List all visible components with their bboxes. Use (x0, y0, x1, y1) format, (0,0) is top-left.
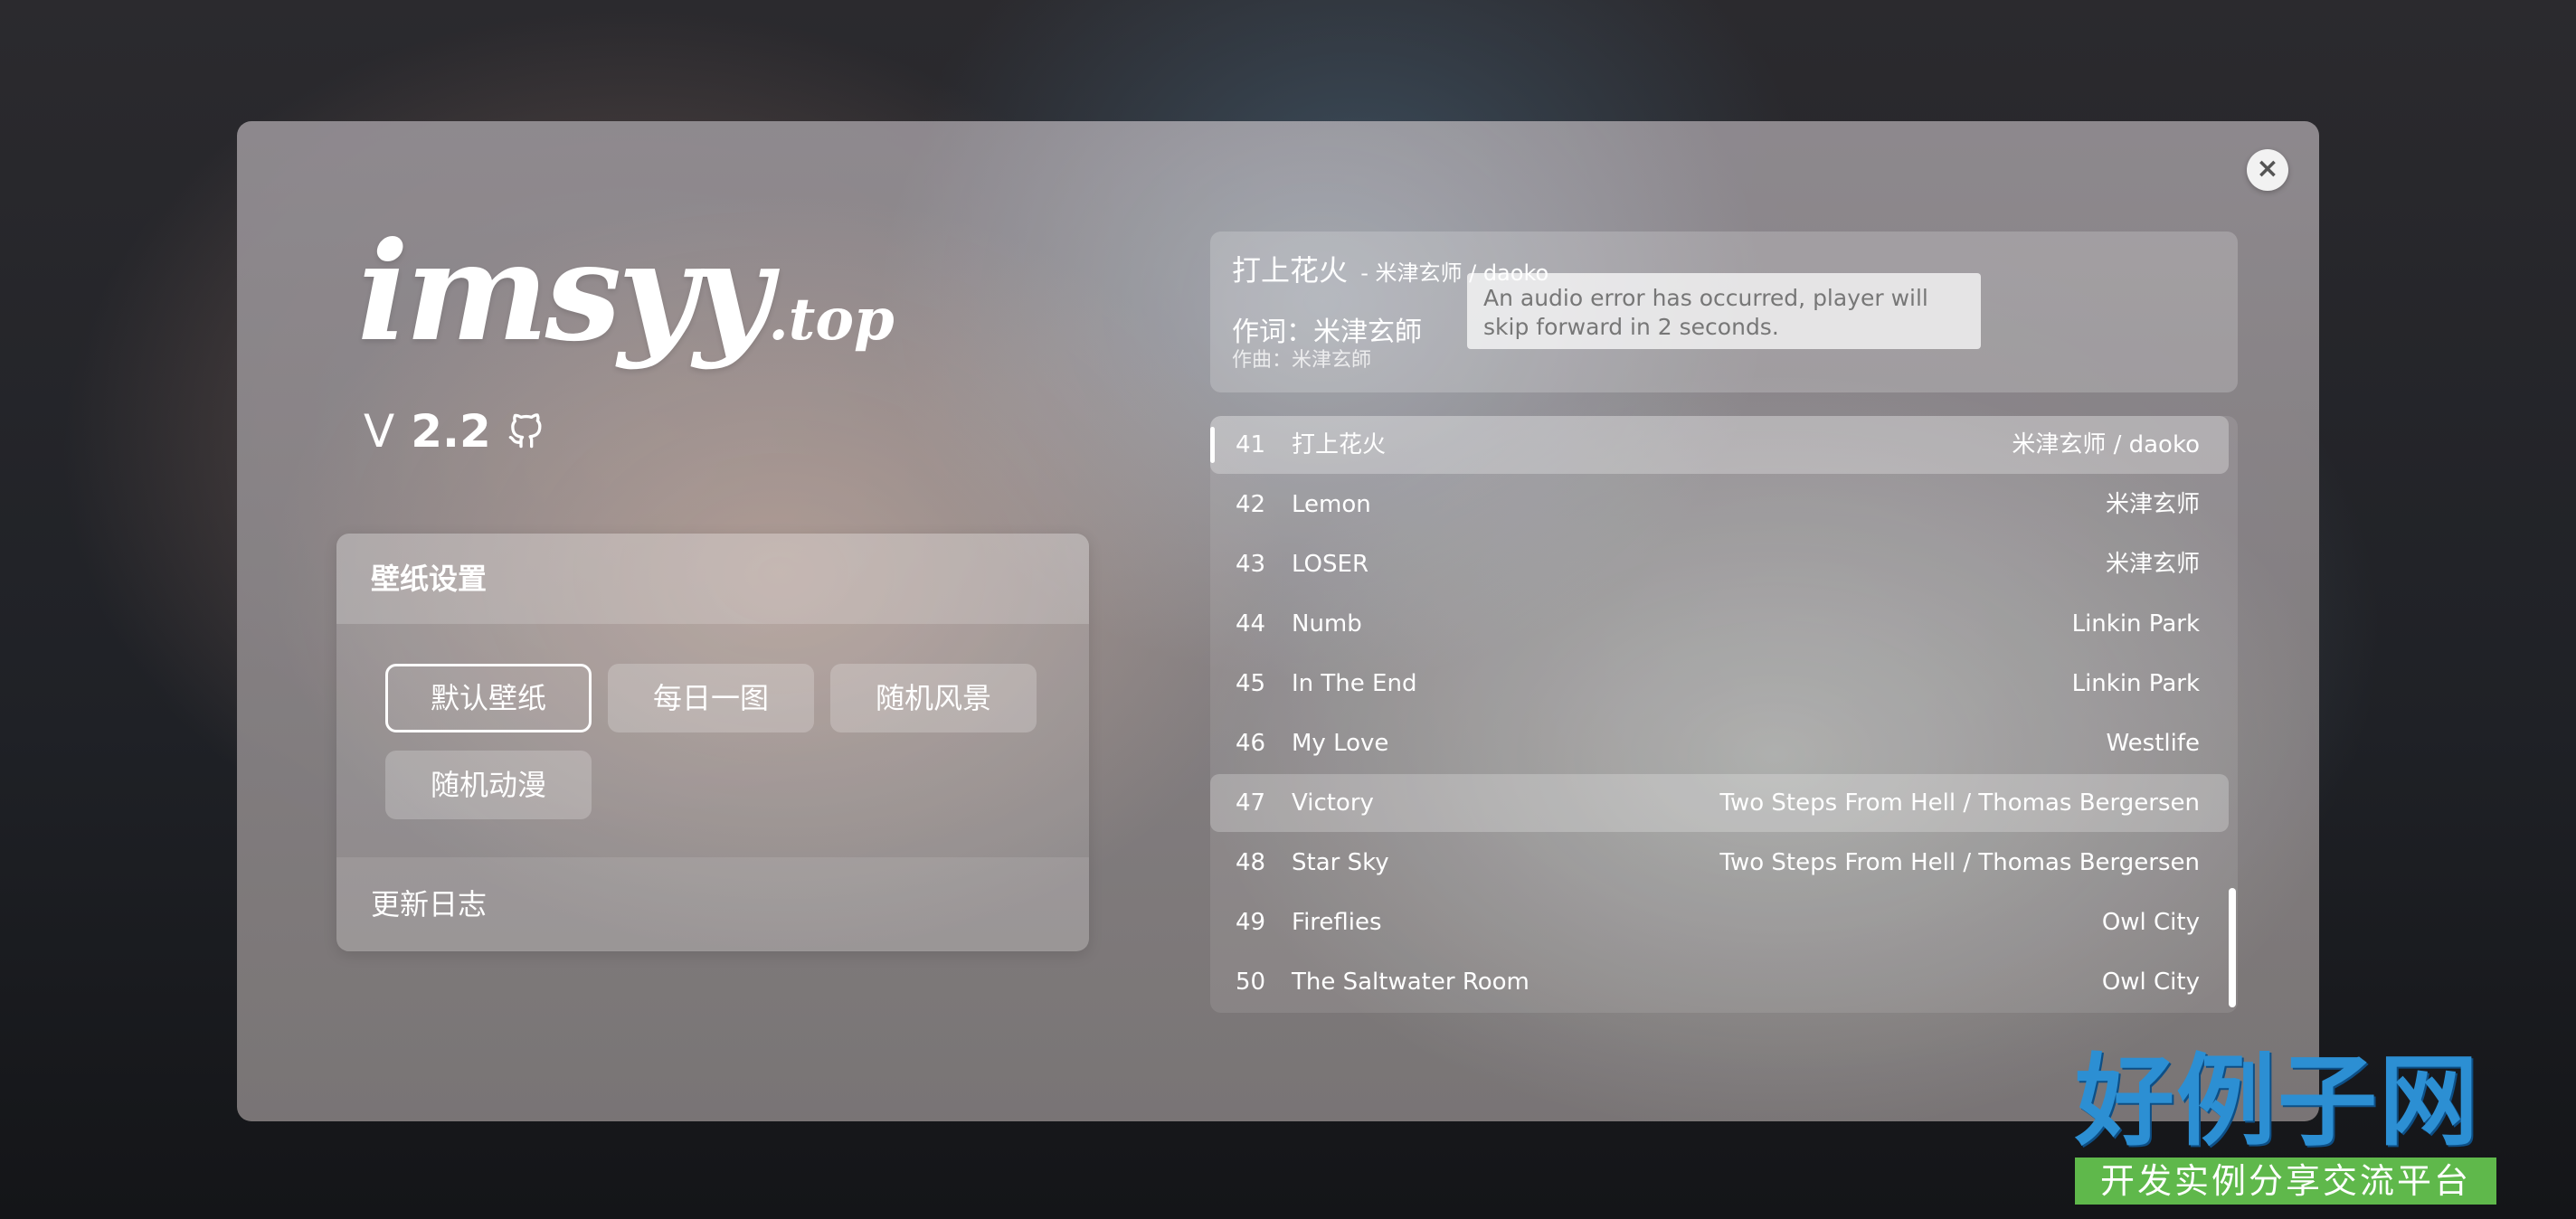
track-title: LOSER (1292, 551, 1369, 578)
track-title: 打上花火 (1292, 431, 1387, 458)
track-artist: Owl City (2101, 909, 2200, 936)
track-number: 42 (1236, 491, 1266, 518)
playlist-row[interactable]: 44 Numb Linkin Park (1210, 595, 2229, 653)
wallpaper-option-daily[interactable]: 每日一图 (608, 664, 814, 732)
wallpaper-option-default[interactable]: 默认壁纸 (385, 664, 592, 732)
logo-main: imsyy (357, 213, 772, 372)
track-title: My Love (1292, 730, 1389, 757)
track-number: 45 (1236, 670, 1266, 697)
watermark-title: 好例子网 (2075, 1043, 2480, 1159)
logo-tld: .top (768, 286, 895, 354)
playlist-row[interactable]: 49 Fireflies Owl City (1210, 893, 2229, 951)
playlist: 41 打上花火 米津玄师 / daoko 42 Lemon 米津玄师 43 LO… (1210, 416, 2238, 1013)
track-number: 46 (1236, 730, 1266, 757)
close-button[interactable]: × (2247, 149, 2288, 191)
track-number: 41 (1236, 431, 1266, 458)
wallpaper-settings-panel: 壁纸设置 默认壁纸 每日一图 随机风景 随机动漫 更新日志 (336, 534, 1089, 951)
track-artist: 米津玄师 / daoko (2012, 431, 2200, 458)
track-title: Star Sky (1292, 849, 1389, 876)
track-artist: Two Steps From Hell / Thomas Bergersen (1719, 789, 2200, 817)
playlist-scrollbar[interactable] (2229, 888, 2236, 1007)
close-icon: × (2256, 153, 2279, 184)
playlist-row[interactable]: 50 The Saltwater Room Owl City (1210, 953, 2229, 1011)
track-artist: 米津玄师 (2105, 491, 2200, 518)
playlist-row[interactable]: 47 Victory Two Steps From Hell / Thomas … (1210, 774, 2229, 832)
track-artist: Linkin Park (2071, 610, 2200, 638)
playlist-row[interactable]: 41 打上花火 米津玄师 / daoko (1210, 416, 2229, 474)
track-title: Numb (1292, 610, 1362, 638)
playlist-row[interactable]: 46 My Love Westlife (1210, 714, 2229, 772)
version-label: V 2.2 (364, 405, 544, 458)
playlist-row[interactable]: 45 In The End Linkin Park (1210, 655, 2229, 713)
track-artist: Linkin Park (2071, 670, 2200, 697)
version-prefix: V (364, 405, 395, 458)
audio-error-toast: An audio error has occurred, player will… (1467, 273, 1981, 349)
watermark-subtitle: 开发实例分享交流平台 (2075, 1158, 2496, 1205)
playlist-row[interactable]: 43 LOSER 米津玄师 (1210, 535, 2229, 593)
track-title: Lemon (1292, 491, 1371, 518)
watermark-badge: 好例子网 开发实例分享交流平台 (2075, 1047, 2496, 1206)
track-title: Victory (1292, 789, 1374, 817)
playlist-row[interactable]: 48 Star Sky Two Steps From Hell / Thomas… (1210, 834, 2229, 892)
track-number: 50 (1236, 969, 1266, 996)
site-logo: imsyy.top (357, 213, 895, 372)
track-artist: Westlife (2106, 730, 2200, 757)
track-title: Fireflies (1292, 909, 1382, 936)
track-number: 48 (1236, 849, 1266, 876)
track-number: 47 (1236, 789, 1266, 817)
wallpaper-option-scenery[interactable]: 随机风景 (830, 664, 1037, 732)
track-title: In The End (1292, 670, 1417, 697)
wallpaper-settings-title: 壁纸设置 (336, 534, 1089, 624)
changelog-link[interactable]: 更新日志 (336, 857, 1089, 951)
wallpaper-option-anime[interactable]: 随机动漫 (385, 751, 592, 819)
now-playing-song: 打上花火 (1232, 253, 1349, 288)
version-number: 2.2 (411, 405, 491, 458)
track-artist: Two Steps From Hell / Thomas Bergersen (1719, 849, 2200, 876)
track-number: 49 (1236, 909, 1266, 936)
playlist-row[interactable]: 42 Lemon 米津玄师 (1210, 476, 2229, 534)
track-title: The Saltwater Room (1292, 969, 1530, 996)
track-artist: Owl City (2101, 969, 2200, 996)
lyric-next-line: 作曲：米津玄師 (1232, 349, 1372, 372)
track-number: 44 (1236, 610, 1266, 638)
github-icon[interactable] (507, 413, 544, 449)
track-number: 43 (1236, 551, 1266, 578)
track-artist: 米津玄师 (2105, 551, 2200, 578)
